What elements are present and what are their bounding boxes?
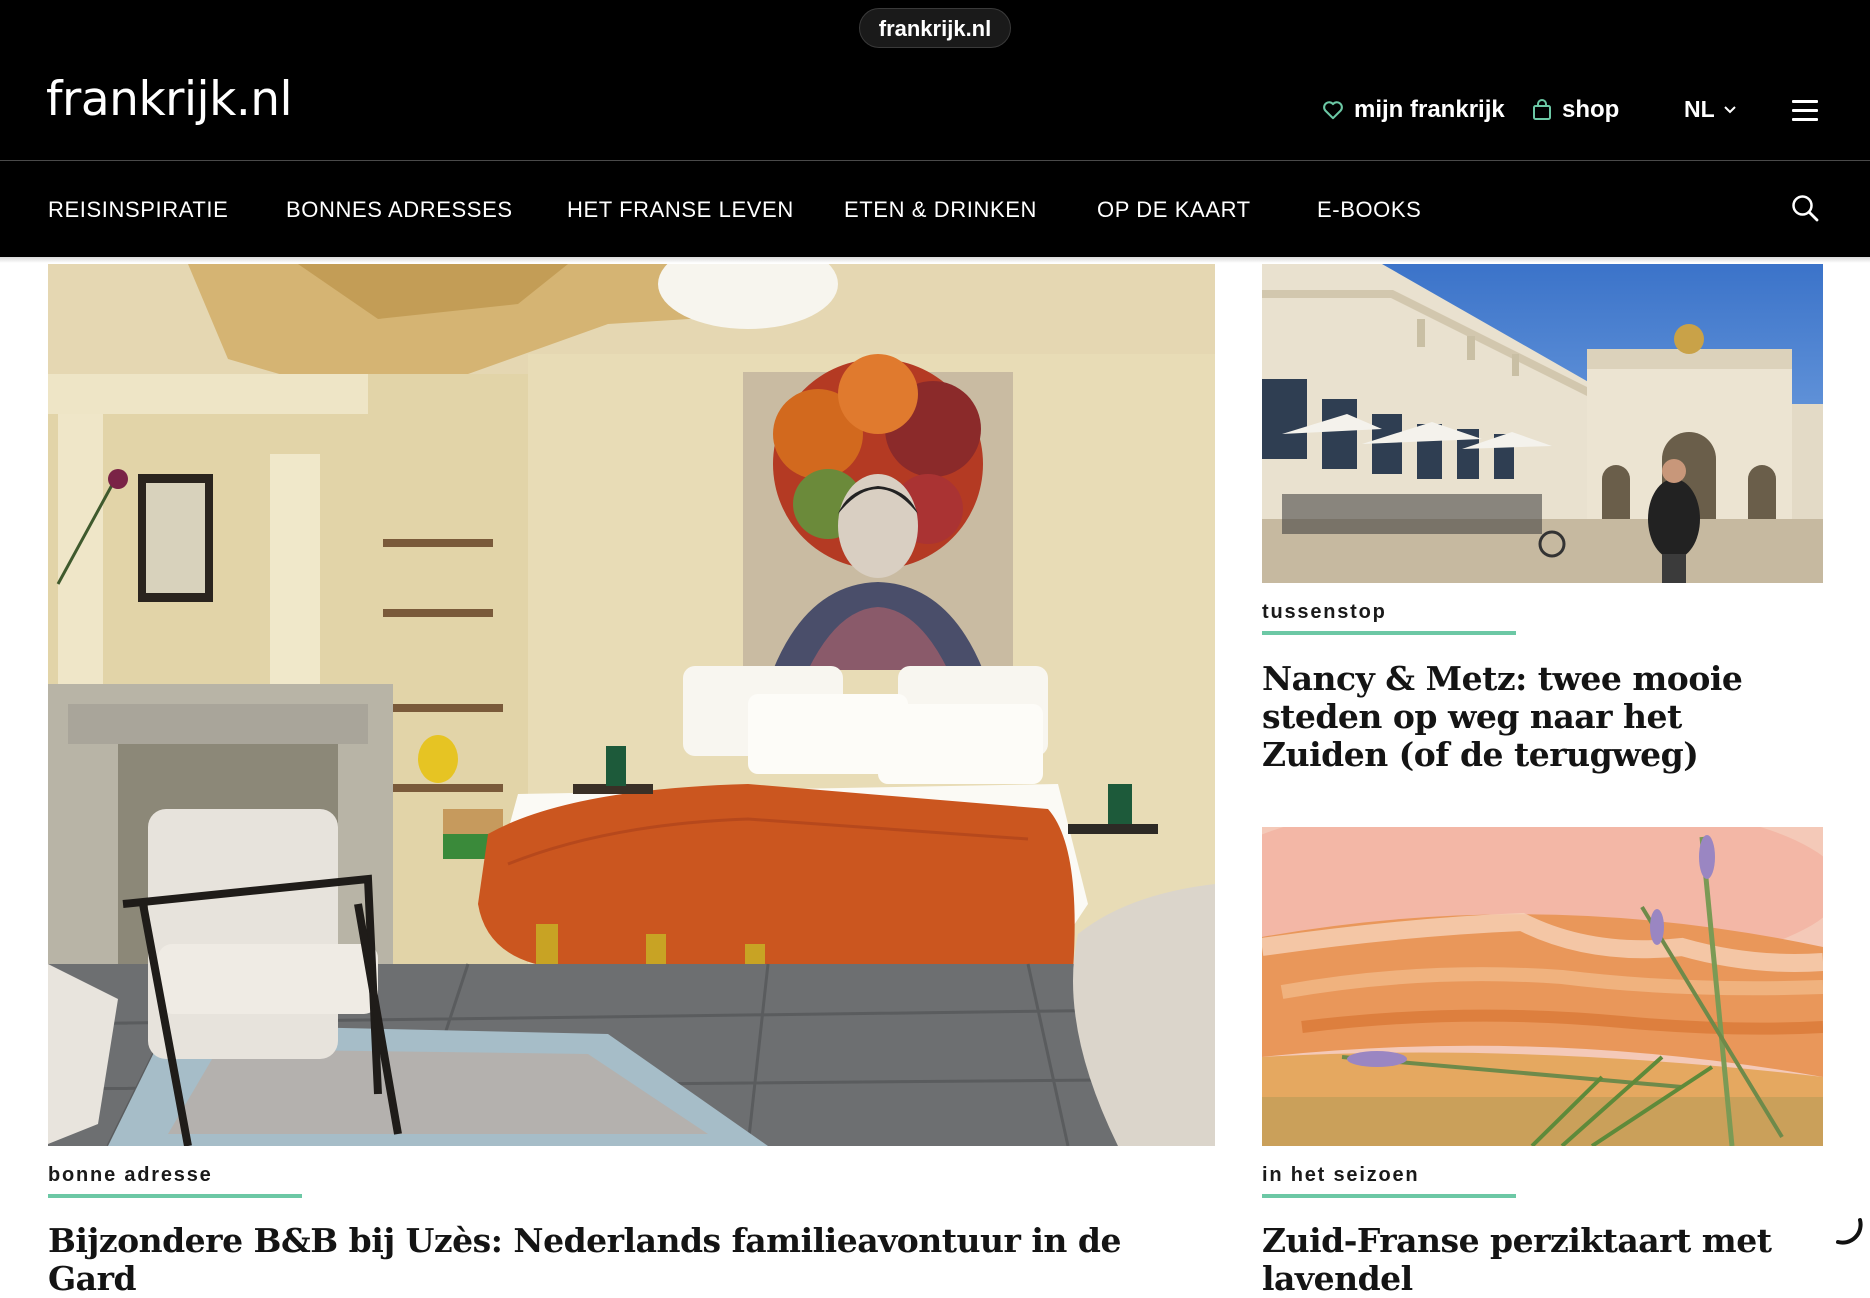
bedroom-photo <box>48 264 1215 1146</box>
language-selector[interactable]: NL <box>1684 96 1737 123</box>
nancy-square-photo <box>1262 264 1823 583</box>
shop-label: shop <box>1562 96 1620 123</box>
main-article-tag-underline <box>48 1194 302 1198</box>
peach-tart-photo <box>1262 827 1823 1146</box>
site-header: frankrijk.nl frankrijk.nl mijn frankrijk… <box>0 0 1870 160</box>
browser-url-pill[interactable]: frankrijk.nl <box>859 8 1011 48</box>
main-article-tag[interactable]: bonne adresse <box>48 1164 213 1187</box>
side-article-2-tag-underline <box>1262 1194 1516 1198</box>
nav-item-e-books[interactable]: E-BOOKS <box>1317 197 1421 223</box>
nav-item-op-de-kaart[interactable]: OP DE KAART <box>1097 197 1251 223</box>
mijn-frankrijk-link[interactable]: mijn frankrijk <box>1322 96 1505 124</box>
heart-icon <box>1323 101 1343 120</box>
side-article-2-tag[interactable]: in het seizoen <box>1262 1164 1419 1187</box>
side-article-1-image[interactable] <box>1262 264 1823 583</box>
shopping-bag-icon <box>1533 99 1551 120</box>
nav-item-het-franse-leven[interactable]: HET FRANSE LEVEN <box>567 197 794 223</box>
site-logo[interactable]: frankrijk.nl <box>46 76 293 123</box>
side-article-1-tag[interactable]: tussenstop <box>1262 601 1387 624</box>
language-label: NL <box>1684 96 1715 122</box>
search-icon[interactable] <box>1790 193 1820 223</box>
menu-icon[interactable] <box>1792 100 1818 122</box>
main-nav: REISINSPIRATIE BONNES ADRESSES HET FRANS… <box>0 161 1870 257</box>
side-article-2-image[interactable] <box>1262 827 1823 1146</box>
nav-item-bonnes-adresses[interactable]: BONNES ADRESSES <box>286 197 513 223</box>
nav-item-reisinspiratie[interactable]: REISINSPIRATIE <box>48 197 228 223</box>
main-article-title[interactable]: Bijzondere B&B bij Uzès: Nederlands fami… <box>48 1222 1208 1298</box>
mijn-frankrijk-label: mijn frankrijk <box>1354 96 1505 123</box>
side-article-2-title[interactable]: Zuid-Franse perziktaart met lavendel <box>1262 1222 1822 1298</box>
loading-spinner-icon <box>1836 1218 1863 1245</box>
chevron-down-icon <box>1723 105 1736 113</box>
shop-link[interactable]: shop <box>1532 96 1619 124</box>
side-article-1-tag-underline <box>1262 631 1516 635</box>
nav-item-eten-drinken[interactable]: ETEN & DRINKEN <box>844 197 1037 223</box>
nav-shadow <box>0 257 1870 263</box>
main-article-image[interactable] <box>48 264 1215 1146</box>
side-article-1-title[interactable]: Nancy & Metz: twee mooie steden op weg n… <box>1262 660 1782 774</box>
